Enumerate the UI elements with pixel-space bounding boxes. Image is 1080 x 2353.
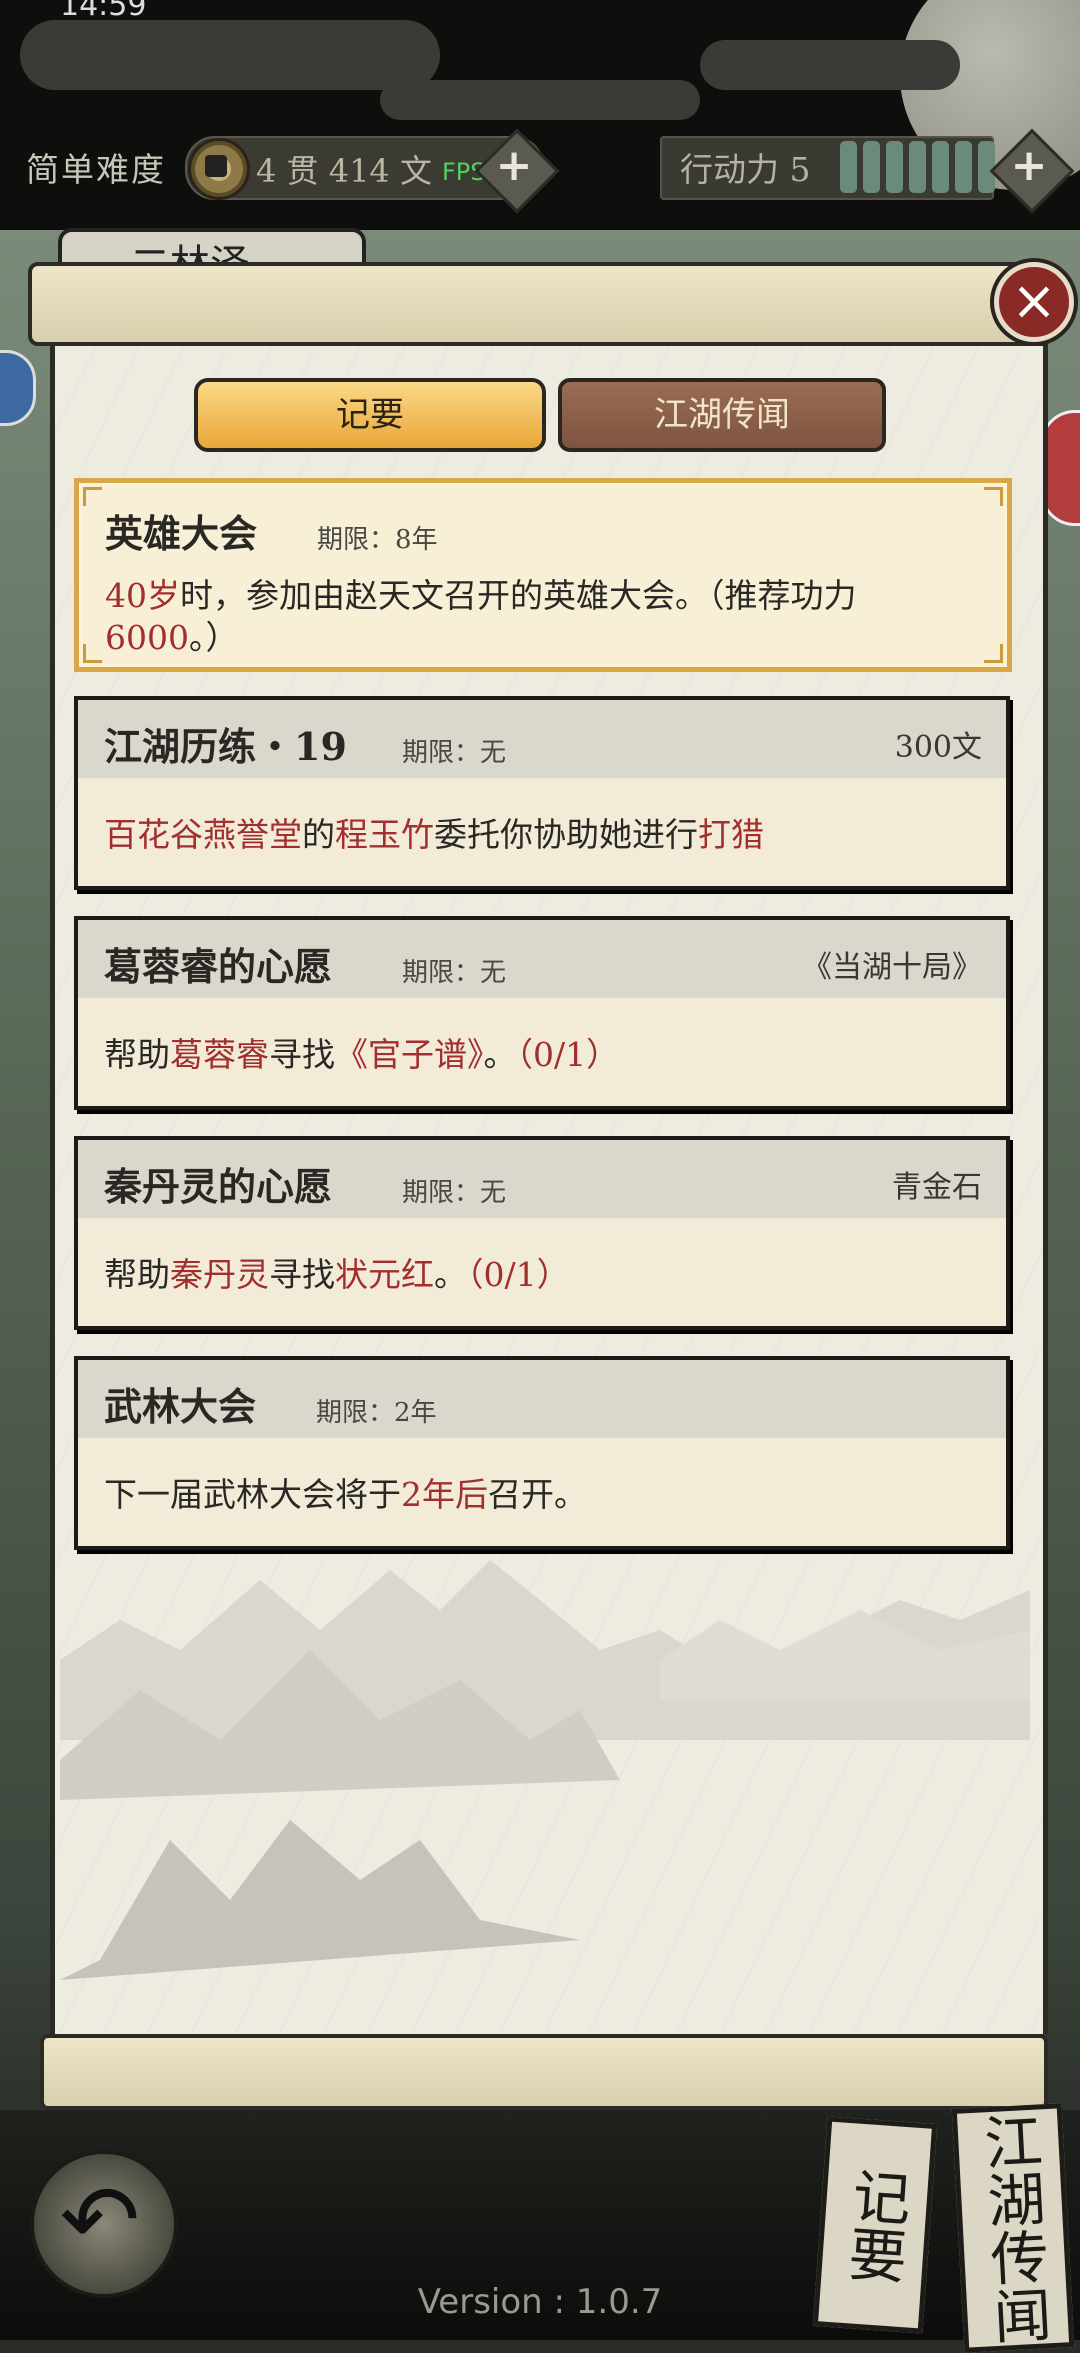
quest-deadline: 期限：8年 bbox=[317, 525, 438, 555]
desc-segment: （0/1） bbox=[516, 1035, 620, 1074]
desc-segment: 打猎 bbox=[698, 815, 764, 854]
quest-card-heroes-meeting[interactable]: 英雄大会 期限：8年 40岁时，参加由赵天文召开的英雄大会。（推荐功力 6000… bbox=[74, 478, 1012, 672]
desc-segment: 程玉竹 bbox=[335, 815, 434, 854]
desc-segment: 寻找 bbox=[269, 1255, 335, 1294]
action-points-label: 行动力 5 bbox=[680, 150, 811, 189]
close-button[interactable]: × bbox=[994, 262, 1074, 342]
desc-segment: 帮助 bbox=[104, 1035, 170, 1074]
corner-ornament bbox=[83, 644, 102, 663]
quest-deadline: 期限：无 bbox=[402, 958, 507, 988]
quest-title: 武林大会 bbox=[104, 1384, 257, 1429]
cloud-decoration bbox=[700, 40, 960, 90]
quest-deadline: 期限：2年 bbox=[316, 1398, 437, 1428]
money-amount: 4 贯 414 文 bbox=[256, 152, 432, 190]
desc-segment: 6000 bbox=[105, 618, 189, 657]
desc-segment: 的 bbox=[302, 815, 335, 854]
quest-card-ge-wish[interactable]: 葛蓉睿的心愿 期限：无 《当湖十局》 帮助葛蓉睿寻找《官子谱》。（0/1） bbox=[74, 916, 1010, 1110]
quest-title: 英雄大会 bbox=[105, 511, 258, 556]
quest-description: 帮助葛蓉睿寻找《官子谱》。（0/1） bbox=[104, 1028, 619, 1076]
plus-icon: + bbox=[495, 140, 533, 191]
cloud-decoration bbox=[380, 80, 700, 120]
stamina-segment bbox=[955, 141, 972, 193]
quest-title: 江湖历练・19 bbox=[104, 724, 347, 769]
plus-icon: + bbox=[1010, 140, 1048, 191]
stamina-segment bbox=[909, 141, 926, 193]
quest-card-martial-meeting[interactable]: 武林大会 期限：2年 下一届武林大会将于2年后召开。 bbox=[74, 1356, 1010, 1550]
quest-description-line2: 6000。） bbox=[105, 611, 238, 659]
desc-segment: 秦丹灵 bbox=[170, 1255, 269, 1294]
corner-ornament bbox=[984, 487, 1003, 506]
difficulty-label: 简单难度 bbox=[26, 150, 166, 189]
desc-segment: 40岁 bbox=[105, 576, 180, 615]
version-label: Version : 1.0.7 bbox=[417, 2282, 663, 2322]
back-arrow-icon: ↶ bbox=[59, 2164, 141, 2276]
stamina-bars bbox=[840, 141, 995, 193]
coin-hole bbox=[205, 155, 227, 177]
quest-description: 下一届武林大会将于2年后召开。 bbox=[104, 1468, 587, 1516]
corner-ornament bbox=[83, 487, 102, 506]
desc-segment: 。） bbox=[188, 618, 239, 657]
stamina-segment bbox=[932, 141, 949, 193]
desc-segment: 百花谷燕誉堂 bbox=[104, 815, 302, 854]
stamina-segment bbox=[863, 141, 880, 193]
desc-segment: 葛蓉睿 bbox=[170, 1035, 269, 1074]
quest-card-qin-wish[interactable]: 秦丹灵的心愿 期限：无 青金石 帮助秦丹灵寻找状元红。（0/1） bbox=[74, 1136, 1010, 1330]
tab-notes[interactable]: 记要 bbox=[194, 378, 546, 452]
desc-segment: 寻找 bbox=[269, 1035, 335, 1074]
quest-title: 秦丹灵的心愿 bbox=[104, 1164, 333, 1209]
close-icon: × bbox=[1011, 269, 1057, 332]
quest-deadline: 期限：无 bbox=[402, 738, 507, 768]
desc-segment: 《官子谱》 bbox=[335, 1035, 484, 1074]
desc-segment: 。 bbox=[434, 1255, 467, 1294]
quest-description: 帮助秦丹灵寻找状元红。（0/1） bbox=[104, 1248, 570, 1296]
quest-deadline: 期限：无 bbox=[402, 1178, 507, 1208]
corner-ornament bbox=[984, 644, 1003, 663]
desc-segment: 帮助 bbox=[104, 1255, 170, 1294]
stamina-segment bbox=[840, 141, 857, 193]
quest-reward: 青金石 bbox=[892, 1170, 982, 1205]
scroll-top-rod bbox=[28, 262, 1052, 346]
quest-description: 40岁时，参加由赵天文召开的英雄大会。（推荐功力 bbox=[105, 569, 857, 617]
desc-segment: 下一届武林大会将于 bbox=[104, 1475, 401, 1514]
stamina-segment bbox=[886, 141, 903, 193]
tab-rumors[interactable]: 江湖传闻 bbox=[558, 378, 886, 452]
desc-segment: 召开。 bbox=[488, 1475, 587, 1514]
quest-title: 葛蓉睿的心愿 bbox=[104, 944, 333, 989]
quest-card-training[interactable]: 江湖历练・19 期限：无 300文 百花谷燕誉堂的程玉竹委托你协助她进行打猎 bbox=[74, 696, 1010, 890]
desc-segment: （0/1） bbox=[467, 1255, 570, 1294]
quest-reward: 《当湖十局》 bbox=[802, 950, 982, 985]
status-time: 14:59 bbox=[60, 0, 147, 23]
mountain-painting bbox=[60, 1560, 1030, 1980]
desc-segment: 2年后 bbox=[401, 1475, 488, 1514]
quest-reward: 300文 bbox=[894, 730, 982, 765]
quest-description: 百花谷燕誉堂的程玉竹委托你协助她进行打猎 bbox=[104, 808, 764, 856]
desc-segment: 时，参加由赵天文召开的英雄大会。（推荐功力 bbox=[180, 576, 857, 615]
cloud-decoration bbox=[20, 20, 440, 90]
desc-segment: 。 bbox=[483, 1035, 517, 1074]
desc-segment: 状元红 bbox=[335, 1255, 434, 1294]
scroll-bottom-rod bbox=[40, 2034, 1048, 2110]
desc-segment: 委托你协助她进行 bbox=[434, 815, 698, 854]
